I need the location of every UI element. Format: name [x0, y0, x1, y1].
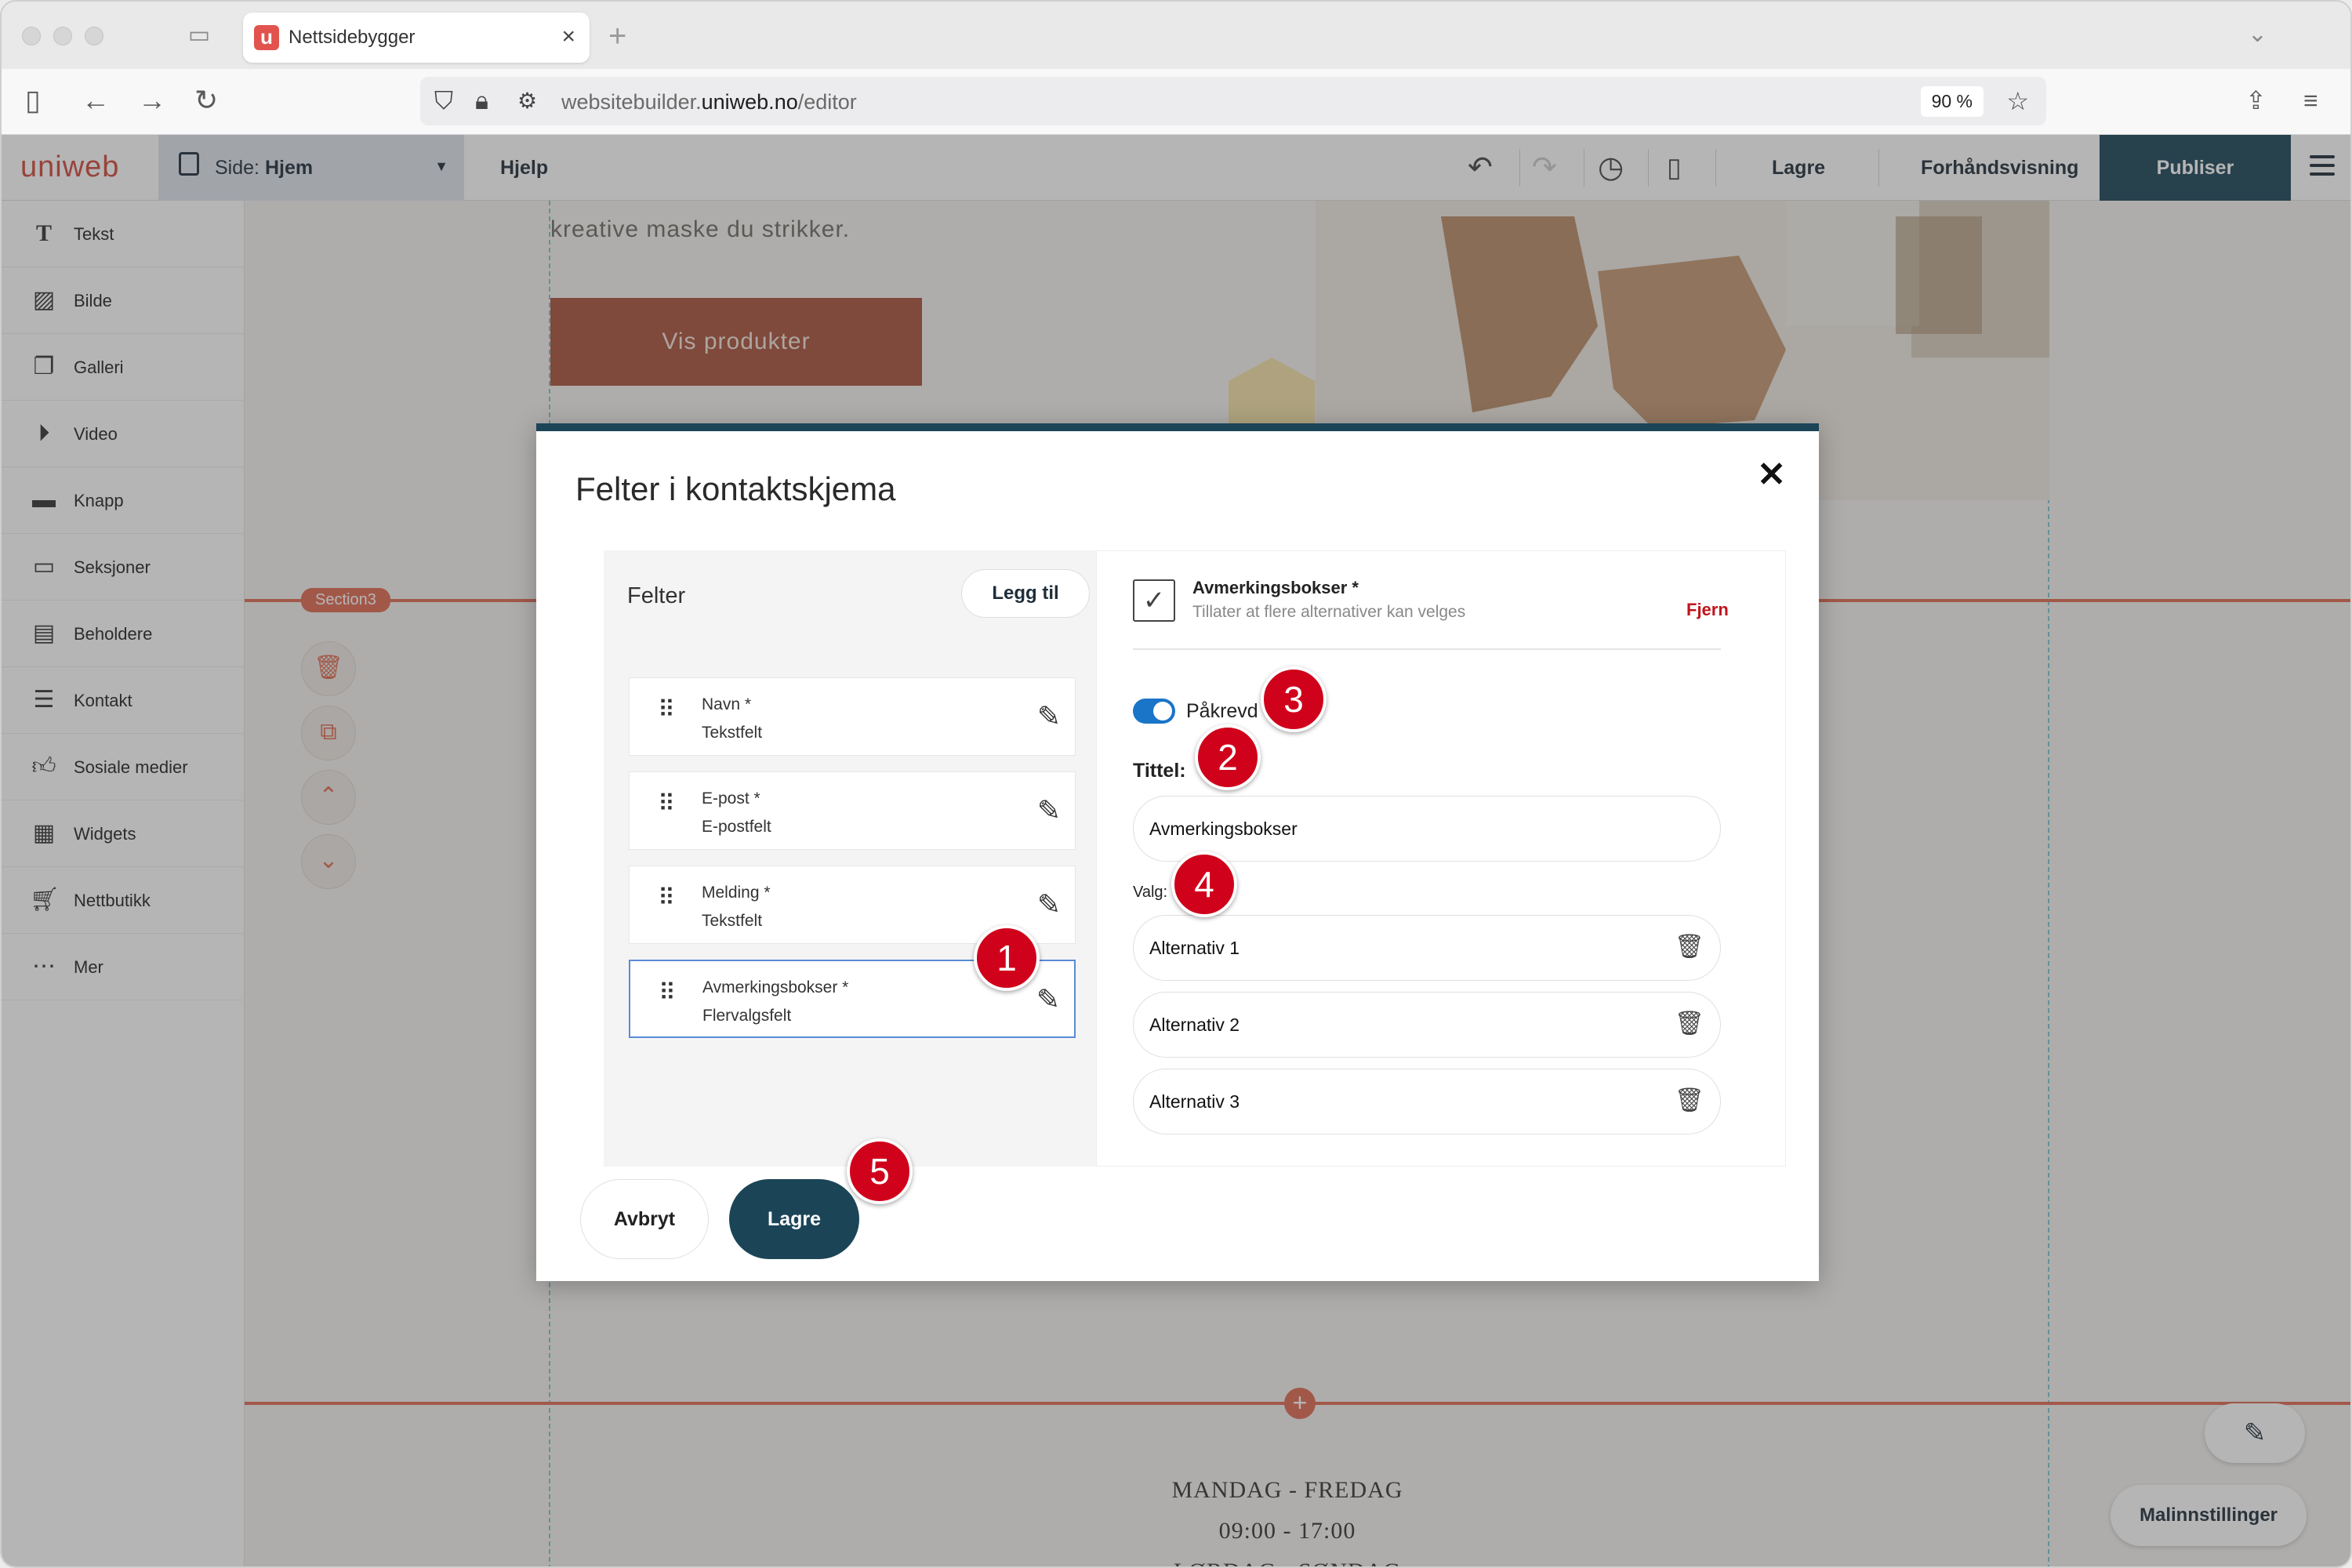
tab-bar: ▭ u Nettsidebygger × + ⌄: [2, 2, 2350, 69]
edit-pencil-icon[interactable]: ✎: [1037, 700, 1061, 733]
close-tab-icon[interactable]: ×: [561, 24, 575, 50]
shield-icon[interactable]: ⛉: [434, 86, 453, 116]
divider: [1133, 648, 1721, 650]
zoom-level-badge[interactable]: 90 %: [1920, 86, 1984, 117]
field-type: Tekstfelt: [702, 912, 763, 930]
drag-handle-icon[interactable]: ⠿: [658, 699, 675, 722]
fields-panel: Felter Legg til ⠿ Navn * Tekstfelt ✎ ⠿ E…: [604, 550, 1096, 1167]
add-field-button[interactable]: Legg til: [961, 569, 1090, 618]
back-icon[interactable]: ←: [82, 85, 110, 116]
field-type: Tekstfelt: [702, 724, 763, 742]
browser-window: ▭ u Nettsidebygger × + ⌄ ▯ ← → ↻ ⛉ 🔒︎ ⚙ …: [0, 0, 2352, 1568]
field-name: E-post *: [702, 789, 760, 808]
browser-tab[interactable]: u Nettsidebygger ×: [243, 13, 590, 63]
navigation-bar: ▯ ← → ↻ ⛉ 🔒︎ ⚙ websitebuilder.uniweb.no/…: [2, 69, 2350, 135]
drag-handle-icon[interactable]: ⠿: [658, 887, 675, 910]
edit-pencil-icon[interactable]: ✎: [1036, 983, 1060, 1016]
dialog-title: Felter i kontaktskjema: [575, 470, 896, 507]
trash-icon[interactable]: 🗑︎: [1675, 1010, 1704, 1037]
choice-value: Alternativ 2: [1149, 1014, 1240, 1035]
extensions-icon[interactable]: ⇪: [2245, 85, 2267, 116]
choice-input-1[interactable]: Alternativ 1 🗑︎: [1133, 915, 1721, 981]
field-name: Melding *: [702, 884, 771, 902]
permissions-icon[interactable]: ⚙: [517, 88, 537, 114]
field-type-title: Avmerkingsbokser *: [1192, 578, 1359, 597]
remove-field-link[interactable]: Fjern: [1686, 600, 1729, 620]
address-bar[interactable]: ⛉ 🔒︎ ⚙ websitebuilder.uniweb.no/editor 9…: [420, 77, 2046, 125]
forward-icon[interactable]: →: [138, 85, 166, 116]
new-tab-icon[interactable]: +: [608, 19, 626, 54]
favicon-icon: u: [254, 25, 279, 50]
field-name: Navn *: [702, 695, 752, 713]
drag-handle-icon[interactable]: ⠿: [659, 982, 676, 1005]
cancel-button[interactable]: Avbryt: [580, 1179, 709, 1259]
choice-value: Alternativ 1: [1149, 938, 1240, 958]
annotation-marker-2: 2: [1195, 724, 1261, 790]
choice-input-3[interactable]: Alternativ 3 🗑︎: [1133, 1069, 1721, 1134]
choice-value: Alternativ 3: [1149, 1091, 1240, 1112]
required-label: Påkrevd: [1186, 700, 1258, 722]
annotation-marker-5: 5: [847, 1138, 913, 1204]
edit-pencil-icon[interactable]: ✎: [1037, 888, 1061, 921]
field-type: E-postfelt: [702, 818, 771, 836]
contact-form-fields-dialog: Felter i kontaktskjema ✕ Felter Legg til…: [536, 423, 1819, 1281]
annotation-marker-4: 4: [1171, 851, 1237, 917]
title-label: Tittel:: [1133, 760, 1186, 782]
reload-icon[interactable]: ↻: [194, 85, 218, 116]
field-item-name[interactable]: ⠿ Navn * Tekstfelt ✎: [629, 677, 1076, 756]
tab-title: Nettsidebygger: [289, 27, 416, 48]
minimize-window-button[interactable]: [53, 27, 72, 45]
field-item-email[interactable]: ⠿ E-post * E-postfelt ✎: [629, 771, 1076, 850]
annotation-marker-1: 1: [974, 925, 1040, 991]
trash-icon[interactable]: 🗑︎: [1675, 1087, 1704, 1114]
field-type: Flervalgsfelt: [702, 1007, 792, 1025]
browser-menu-icon[interactable]: ≡: [2303, 85, 2318, 116]
url-text[interactable]: websitebuilder.uniweb.no/editor: [561, 90, 857, 114]
required-toggle[interactable]: [1133, 699, 1175, 724]
choice-input-2[interactable]: Alternativ 2 🗑︎: [1133, 992, 1721, 1058]
save-button[interactable]: Lagre: [729, 1179, 859, 1259]
bookmark-star-icon[interactable]: ☆: [2006, 86, 2029, 116]
zoom-window-button[interactable]: [85, 27, 103, 45]
field-name: Avmerkingsbokser *: [702, 978, 849, 996]
trash-icon[interactable]: 🗑︎: [1675, 933, 1704, 960]
choices-label: Valg:: [1133, 884, 1168, 901]
tab-list-chevron-icon[interactable]: ⌄: [2248, 20, 2267, 48]
sidebar-toggle-icon[interactable]: ▯: [25, 85, 41, 116]
lock-icon[interactable]: 🔒︎: [475, 86, 488, 116]
close-window-button[interactable]: [22, 27, 41, 45]
field-type-description: Tillater at flere alternativer kan velge…: [1192, 603, 1466, 621]
checkbox-type-icon: ✓: [1133, 579, 1175, 622]
close-icon[interactable]: ✕: [1757, 455, 1786, 495]
title-input-value: Avmerkingsbokser: [1149, 818, 1298, 839]
fields-heading: Felter: [627, 583, 686, 608]
title-input[interactable]: Avmerkingsbokser: [1133, 796, 1721, 862]
drag-handle-icon[interactable]: ⠿: [658, 793, 675, 816]
annotation-marker-3: 3: [1261, 666, 1327, 732]
edit-pencil-icon[interactable]: ✎: [1037, 794, 1061, 827]
tab-overview-icon[interactable]: ▭: [183, 22, 215, 49]
